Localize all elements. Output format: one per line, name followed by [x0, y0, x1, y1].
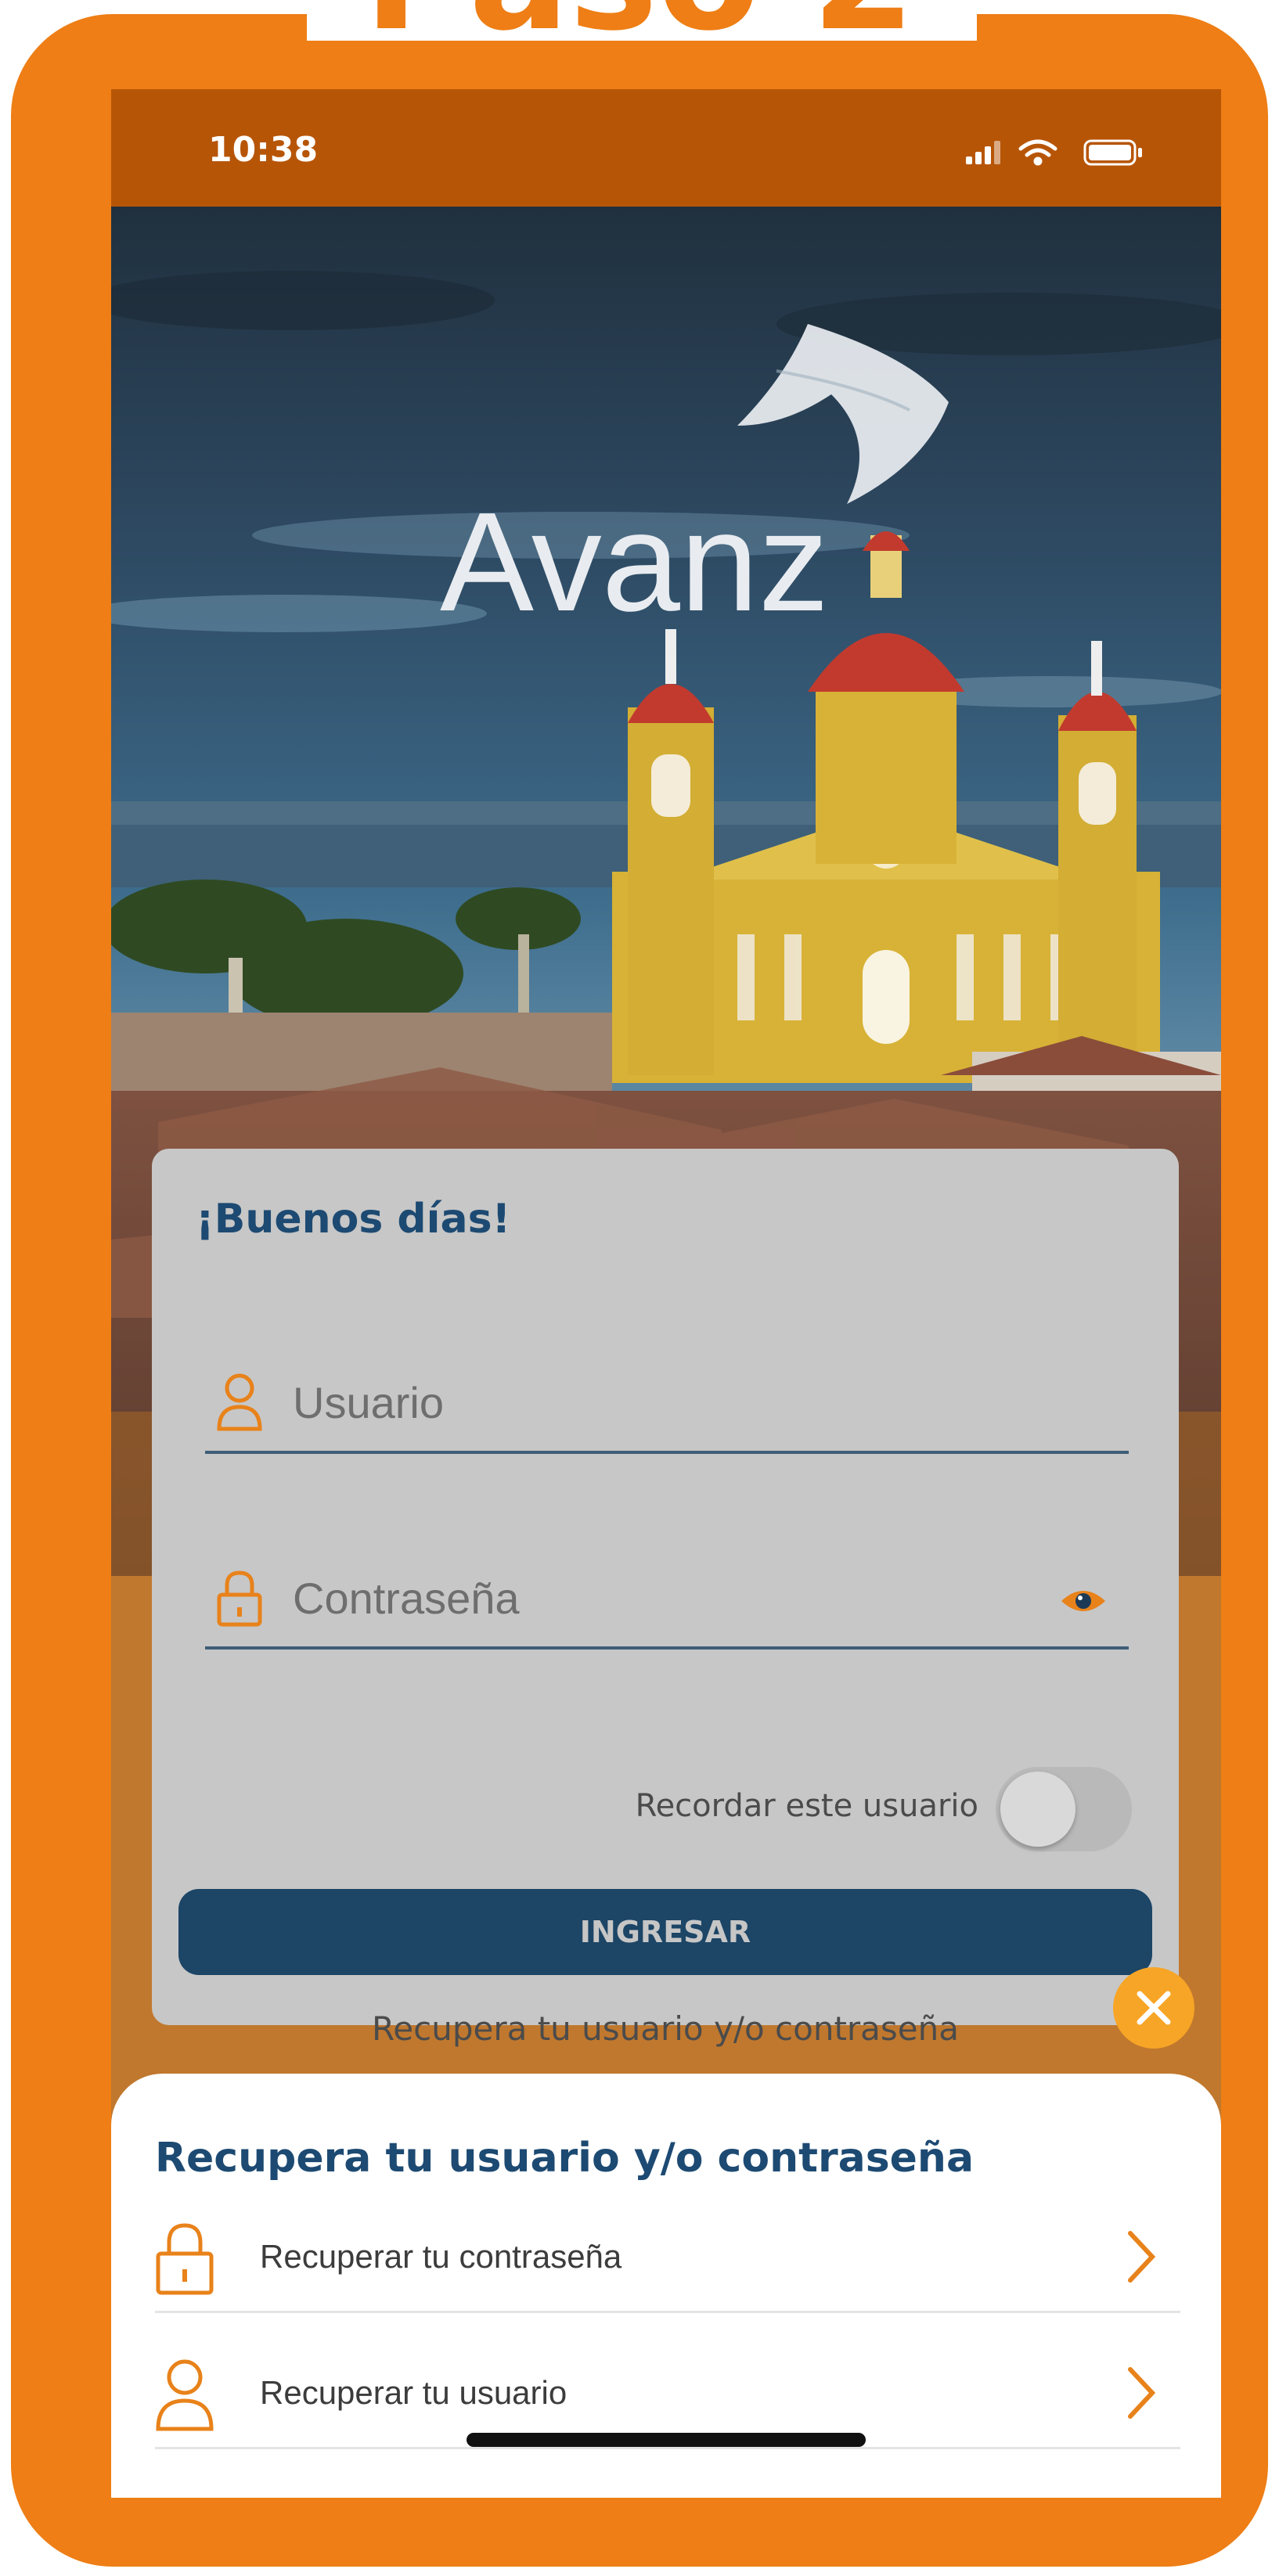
password-field[interactable]: Contraseña	[205, 1516, 1129, 1650]
chevron-right-icon	[1128, 2231, 1156, 2283]
username-placeholder: Usuario	[293, 1378, 444, 1427]
battery-icon	[1083, 139, 1142, 166]
lock-icon	[156, 2223, 214, 2295]
close-icon	[1137, 1991, 1171, 2025]
login-card: ¡Buenos días! Usuario Contraseña Recorda…	[152, 1149, 1179, 2048]
user-icon	[156, 2359, 214, 2431]
signal-icon	[966, 141, 1000, 164]
status-icons	[966, 139, 1142, 166]
sheet-title: Recupera tu usuario y/o contraseña	[155, 2135, 975, 2182]
remember-toggle[interactable]	[996, 1767, 1132, 1851]
recover-username-label: Recuperar tu usuario	[260, 2374, 567, 2411]
password-placeholder: Contraseña	[293, 1574, 520, 1623]
step-title: Paso 2	[0, 0, 1279, 52]
logo-mark-icon	[737, 324, 949, 504]
status-time: 10:38	[208, 130, 319, 170]
recover-password-label: Recuperar tu contraseña	[260, 2238, 622, 2275]
status-bar: 10:38	[111, 89, 1221, 207]
eye-icon[interactable]	[1058, 1582, 1108, 1620]
chevron-right-icon	[1128, 2367, 1156, 2419]
recover-link[interactable]: Recupera tu usuario y/o contraseña	[152, 2009, 1179, 2048]
toggle-knob	[1000, 1772, 1075, 1847]
brand-name: Avanz	[440, 484, 829, 637]
close-button[interactable]	[1113, 1967, 1194, 2049]
recover-username-item[interactable]: Recuperar tu usuario	[155, 2316, 1180, 2449]
home-indicator	[467, 2433, 866, 2447]
remember-label: Recordar este usuario	[635, 1788, 978, 1824]
login-button[interactable]: INGRESAR	[178, 1889, 1152, 1975]
wifi-icon	[1018, 139, 1057, 166]
user-icon	[217, 1373, 262, 1431]
username-field[interactable]: Usuario	[205, 1321, 1129, 1454]
avanz-logo: Avanz	[440, 324, 949, 637]
lock-icon	[217, 1570, 262, 1627]
greeting-heading: ¡Buenos días!	[196, 1196, 511, 1243]
recover-password-item[interactable]: Recuperar tu contraseña	[155, 2180, 1180, 2313]
phone-screen: 10:38 Avanz ¡Buenos días! Usuario Contra…	[111, 89, 1221, 2498]
